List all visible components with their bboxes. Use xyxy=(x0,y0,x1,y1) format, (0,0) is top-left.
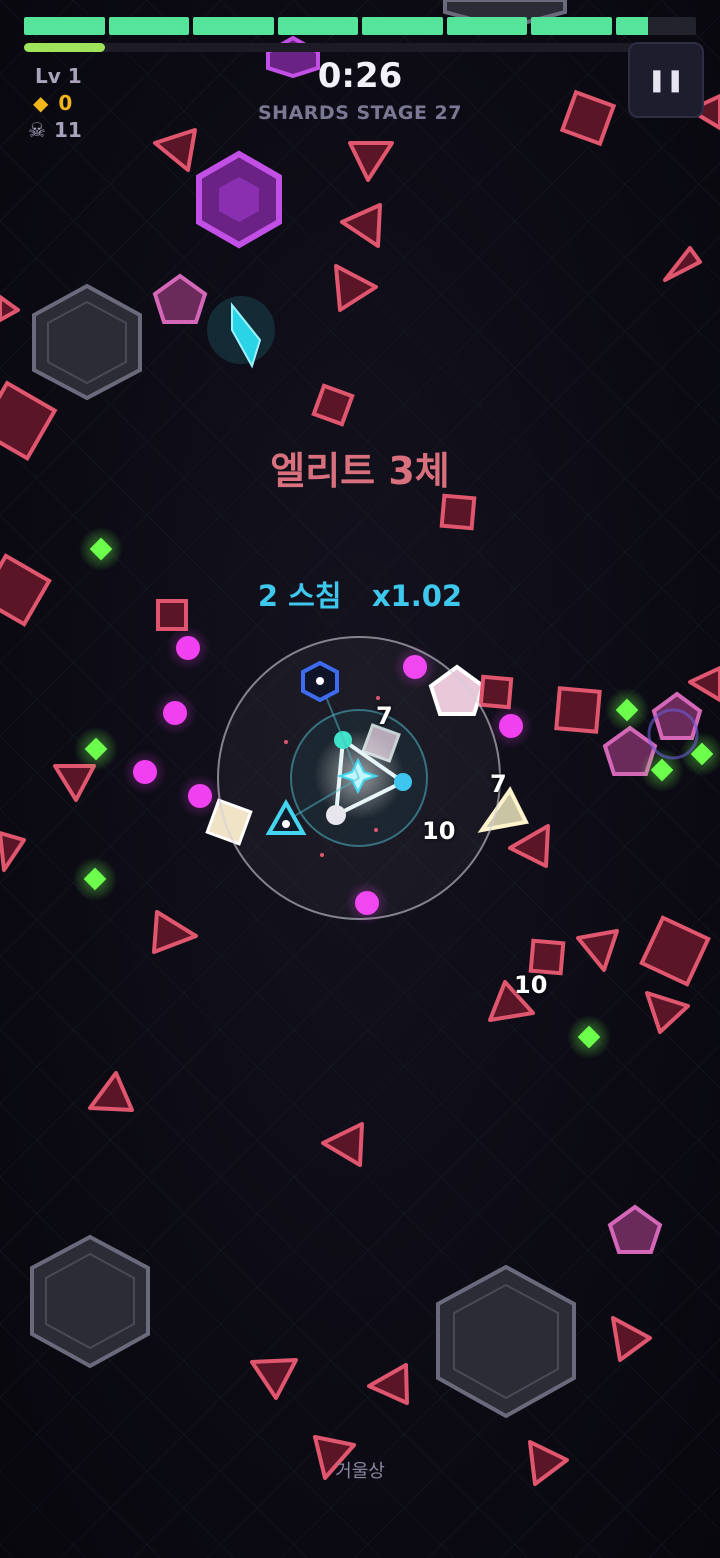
experience-fill xyxy=(24,43,105,52)
stage-label: SHARDS STAGE 27 xyxy=(258,102,462,124)
health-segment xyxy=(615,17,696,35)
health-segment xyxy=(24,17,105,35)
health-segment xyxy=(108,17,189,35)
health-segment xyxy=(362,17,443,35)
graze-combo: 2 스침 x1.02 xyxy=(257,579,463,613)
battlefield xyxy=(0,0,720,1558)
player-ship[interactable] xyxy=(217,636,501,920)
experience-bar xyxy=(24,43,696,52)
damage-number: 7 xyxy=(490,770,507,798)
damage-number: 10 xyxy=(514,971,548,999)
mirror-label: 거울상 xyxy=(335,1461,385,1482)
health-bar xyxy=(24,17,696,35)
damage-number: 10 xyxy=(422,817,456,845)
stage-timer: 0:26 xyxy=(317,56,403,96)
pause-button[interactable]: ❚❚ xyxy=(628,42,704,118)
health-segment xyxy=(193,17,274,35)
elite-announcement: 엘리트 3체 xyxy=(270,449,450,493)
pause-icon: ❚❚ xyxy=(647,67,685,93)
game-stage[interactable]: { "hud": { "hp_segments": 8, "hp_last_fi… xyxy=(0,0,720,1558)
damage-number: 7 xyxy=(376,702,393,730)
health-segment xyxy=(531,17,612,35)
health-segment xyxy=(446,17,527,35)
health-segment xyxy=(277,17,358,35)
